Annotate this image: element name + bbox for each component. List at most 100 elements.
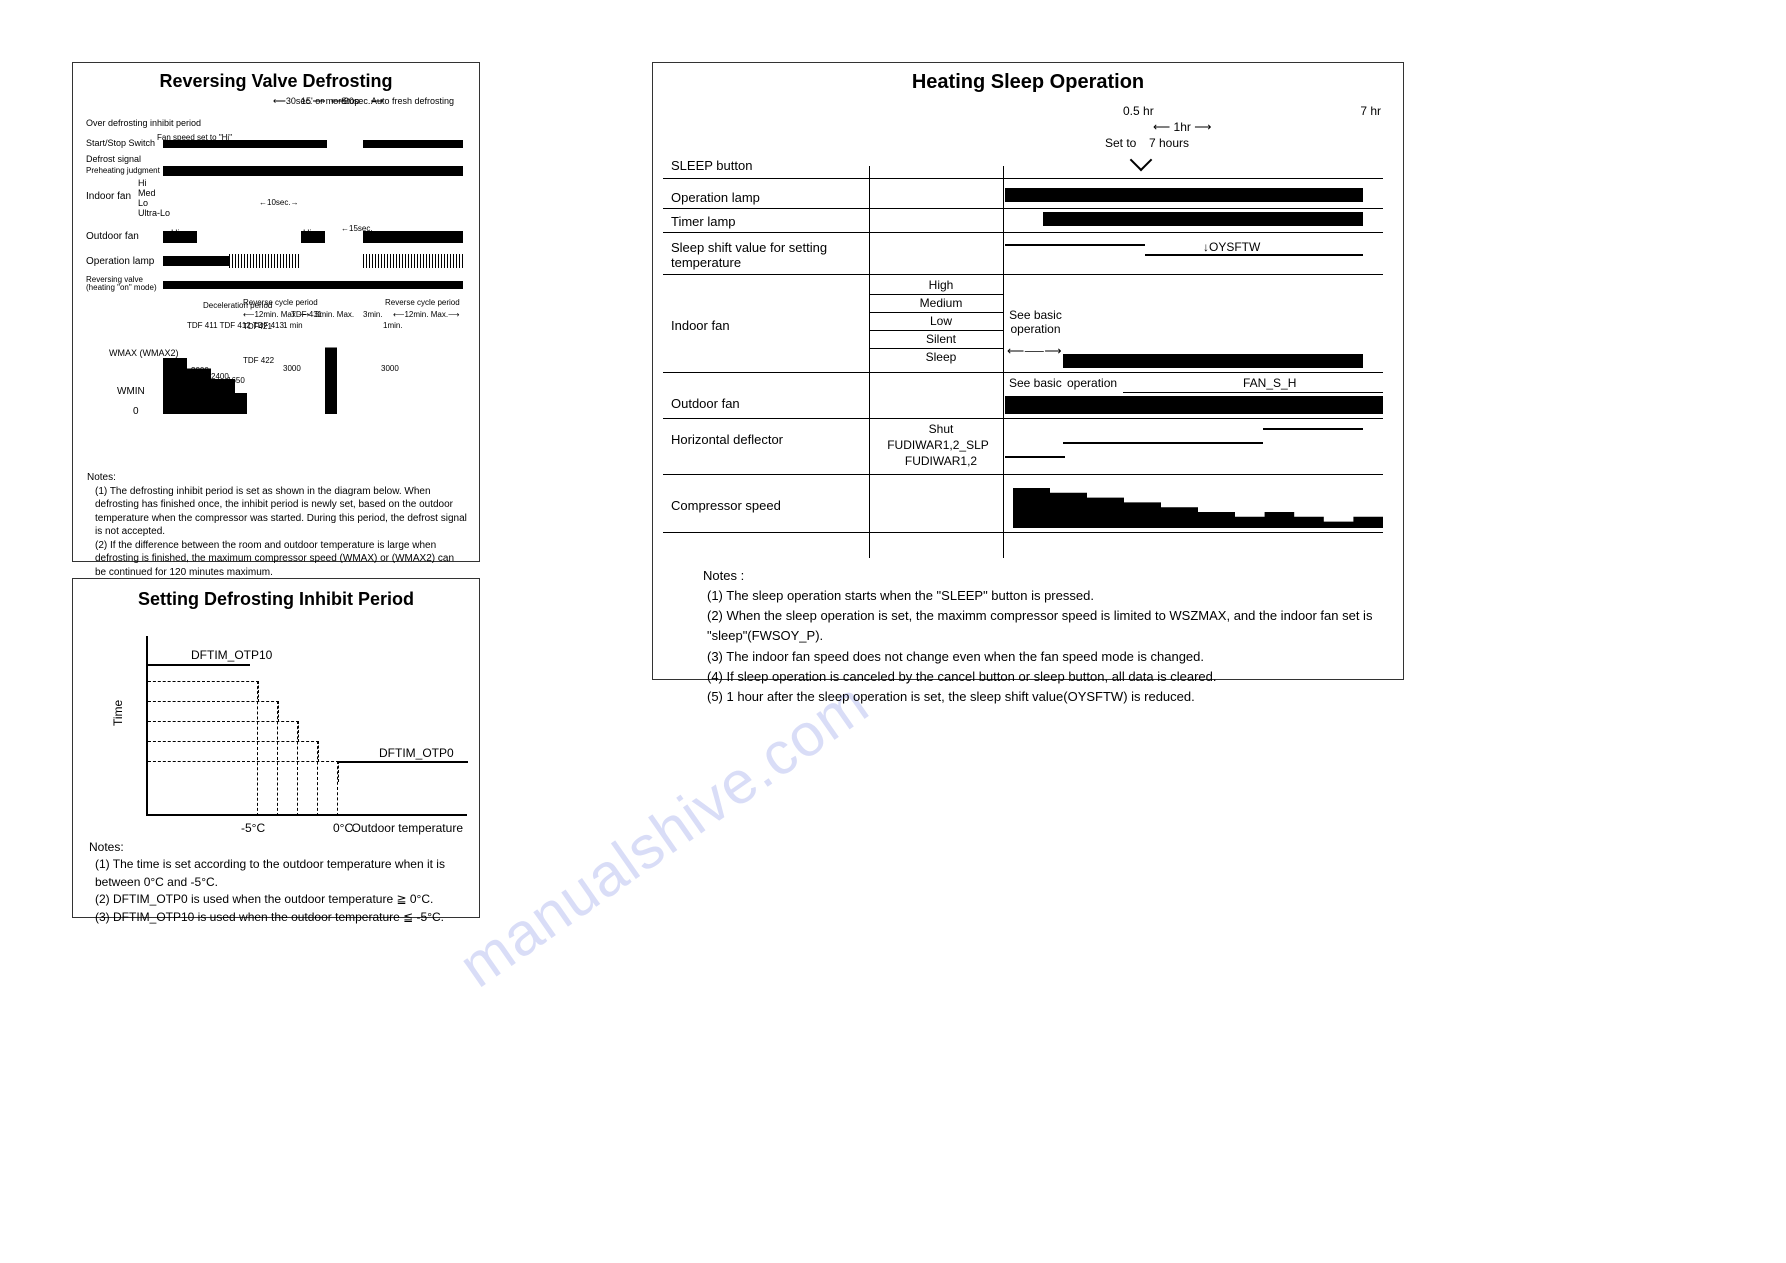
- panel3-title: Heating Sleep Operation: [653, 63, 1403, 94]
- panel1-diagram: 15' or more Auto fresh defrosting ⟵30sec…: [83, 96, 469, 461]
- tick-0: 0°C: [333, 821, 353, 835]
- lbl-if-ulo: Ultra-Lo: [138, 208, 170, 218]
- lbl-if-sleep: Sleep: [881, 350, 1001, 364]
- panel1-title: Reversing Valve Defrosting: [73, 63, 479, 94]
- lbl-30sec-a: 30sec.: [286, 96, 313, 106]
- lbl-if-high: High: [881, 278, 1001, 292]
- lbl-7hours: 7 hours: [1149, 136, 1189, 150]
- lbl-hd-fud: FUDIWAR1,2: [881, 454, 1001, 468]
- hatch-oplamp-a: [229, 254, 299, 268]
- lbl-preheat-judg: Preheating judgment: [86, 166, 160, 175]
- note-3: (3) DFTIM_OTP10 is used when the outdoor…: [89, 909, 465, 926]
- xlabel: Outdoor temperature: [352, 821, 463, 835]
- lbl-1min-a: 1 min: [283, 321, 303, 330]
- lbl-if-low: Low: [881, 314, 1001, 328]
- note-2: (2) DFTIM_OTP0 is used when the outdoor …: [89, 891, 465, 908]
- axis-x: [146, 814, 467, 816]
- lbl-fan-sh: FAN_S_H: [1243, 376, 1296, 390]
- lbl-horiz-defl: Horizontal deflector: [671, 432, 783, 447]
- lbl-sleep-shift: Sleep shift value for setting temperatur…: [671, 240, 871, 270]
- note-4: (4) If sleep operation is canceled by th…: [703, 667, 1383, 687]
- note-2: (2) If the difference between the room a…: [87, 539, 467, 580]
- bar-of3: [363, 231, 463, 243]
- lbl-over-inhibit: Over defrosting inhibit period: [86, 118, 201, 128]
- lbl-3min-b: 3min.: [363, 310, 383, 319]
- panel-sleep-operation: Heating Sleep Operation 0.5 hr ⟵ 1hr ⟶ S…: [652, 62, 1404, 680]
- lbl-oysftw: OYSFTW: [1209, 240, 1260, 254]
- panel-reversing-valve: Reversing Valve Defrosting 15' or more A…: [72, 62, 480, 562]
- lbl-defrost-signal: Defrost signal: [86, 154, 141, 164]
- lbl-rev-valve: Reversing valve (heating "on" mode): [86, 276, 166, 293]
- panel2-title: Setting Defrosting Inhibit Period: [73, 579, 479, 618]
- ylabel: Time: [111, 700, 125, 726]
- lbl-zero: 0: [133, 406, 139, 417]
- lbl-otp10: DFTIM_OTP10: [191, 648, 272, 662]
- lbl-halfhr: 0.5 hr: [1123, 104, 1154, 118]
- arrow-sleep: [1130, 149, 1153, 172]
- lbl-wmax: WMAX (WMAX2): [109, 349, 179, 358]
- bar-of1: [163, 231, 197, 243]
- lbl-wmin: WMIN: [117, 386, 145, 397]
- lbl-see-basic: See basic operation: [1008, 308, 1063, 336]
- bar-start-stop: [163, 140, 327, 148]
- lbl-outdoor-fan: Outdoor fan: [86, 231, 139, 242]
- note-1: (1) The sleep operation starts when the …: [703, 586, 1383, 606]
- lbl-10sec: 10sec.: [267, 198, 291, 207]
- lbl-if-med: Medium: [881, 296, 1001, 310]
- panel3-diagram: 0.5 hr ⟵ 1hr ⟶ Set to 7 hours 7 hr SLEEP…: [663, 96, 1393, 558]
- hatch-oplamp-b: [363, 254, 463, 268]
- panel-defrost-inhibit: Setting Defrosting Inhibit Period Time D…: [72, 578, 480, 918]
- notes-title: Notes:: [89, 839, 465, 856]
- watermark: manualshive.com: [447, 668, 881, 1001]
- lbl-otp0: DFTIM_OTP0: [379, 746, 454, 760]
- lbl-op-lamp: Operation lamp: [86, 256, 154, 267]
- lbl-if-silent: Silent: [881, 332, 1001, 346]
- lbl-of-op: operation: [1067, 376, 1117, 390]
- lbl-stop: Stop: [341, 96, 360, 106]
- bar-rev-valve: [163, 281, 463, 289]
- bar-of2: [301, 231, 325, 243]
- lbl-rev-b: Reverse cycle period: [385, 298, 460, 307]
- lbl-comp-speed: Compressor speed: [671, 498, 781, 513]
- lbl-tdf411: TDF 411: [187, 321, 218, 330]
- lbl-timer-lamp: Timer lamp: [671, 214, 736, 229]
- lbl-12min-b: 12min. Max.: [404, 310, 448, 319]
- lbl-op-lamp: Operation lamp: [671, 190, 760, 205]
- note-3: (3) The indoor fan speed does not change…: [703, 647, 1383, 667]
- lbl-auto-fresh: Auto fresh defrosting: [371, 96, 454, 106]
- lbl-3min-a: 3min. Max.: [315, 310, 354, 319]
- bar-oplamp-a: [163, 256, 229, 266]
- note-2: (2) When the sleep operation is set, the…: [703, 606, 1383, 646]
- lbl-sleep-btn: SLEEP button: [671, 158, 752, 173]
- lbl-of-see: See basic: [1009, 376, 1062, 390]
- note-5: (5) 1 hour after the sleep operation is …: [703, 687, 1383, 707]
- lbl-3000c: 3000: [381, 364, 399, 373]
- note-1: (1) The time is set according to the out…: [89, 856, 465, 891]
- lbl-tdf422: TDF 422: [243, 356, 274, 365]
- lbl-start-stop: Start/Stop Switch: [86, 138, 155, 148]
- lbl-hd-slp: FUDIWAR1,2_SLP: [871, 438, 1005, 452]
- tick-m5: -5°C: [241, 821, 265, 835]
- lbl-tdf421: TDF421: [243, 322, 272, 331]
- bar-start-stop-b: [363, 140, 463, 148]
- shape-compressor-profile: [163, 344, 463, 414]
- panel2-notes: Notes: (1) The time is set according to …: [73, 837, 479, 936]
- lbl-if-lo: Lo: [138, 198, 148, 208]
- lbl-if-hi: Hi: [138, 178, 147, 188]
- lbl-hd-shut: Shut: [881, 422, 1001, 436]
- lbl-indoor-fan: Indoor fan: [86, 191, 131, 202]
- lbl-3000b: 3000: [283, 364, 301, 373]
- bar-preheat: [163, 166, 463, 176]
- shape-compressor-steps: [1013, 488, 1383, 528]
- panel2-diagram: Time DFTIM_OTP10 DFTIM_OTP0 -5°C 0°C Out…: [91, 626, 467, 831]
- lbl-if-med: Med: [138, 188, 156, 198]
- lbl-rev-a: Reverse cycle period: [243, 298, 318, 307]
- panel3-notes: Notes : (1) The sleep operation starts w…: [703, 562, 1383, 717]
- lbl-indoor-fan: Indoor fan: [671, 318, 730, 333]
- notes-title: Notes :: [703, 566, 1383, 586]
- lbl-outdoor-fan: Outdoor fan: [671, 396, 740, 411]
- lbl-1hr: 1hr: [1174, 120, 1191, 134]
- notes-title: Notes:: [87, 471, 467, 485]
- lbl-1min-b: 1min.: [383, 321, 403, 330]
- lbl-setto: Set to: [1105, 136, 1136, 150]
